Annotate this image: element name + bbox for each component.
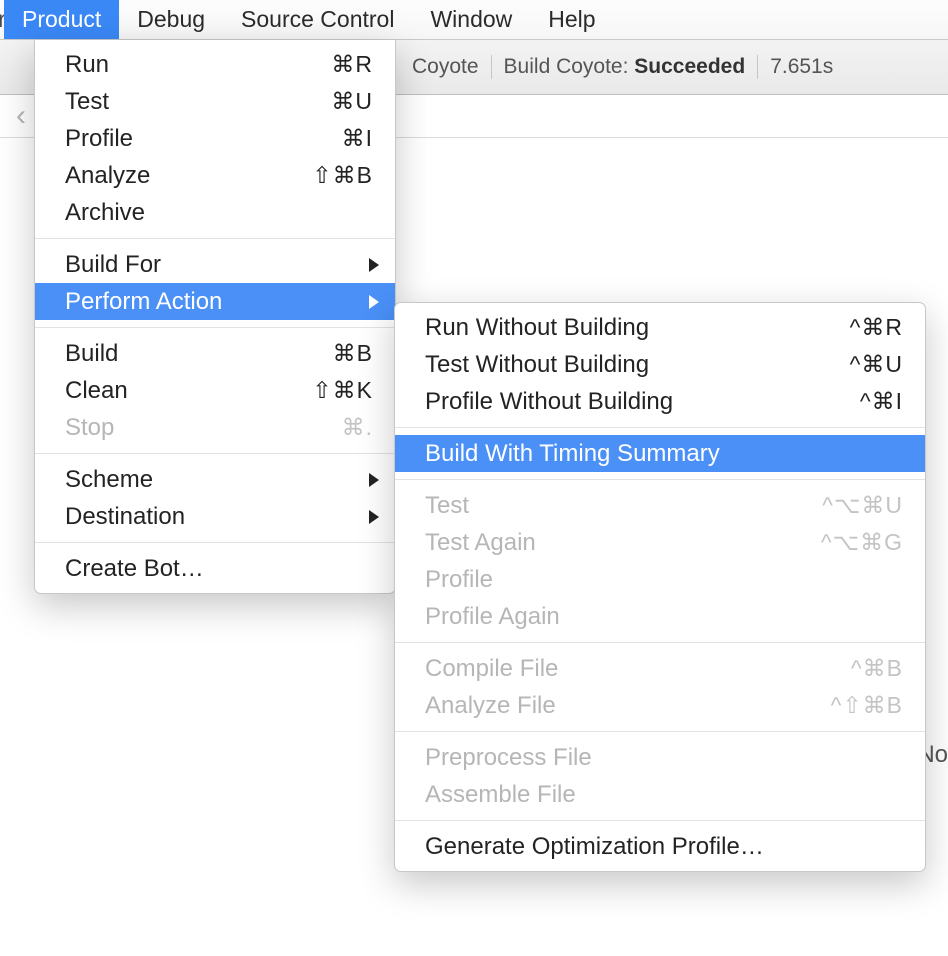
menu-item-label: Profile (65, 125, 263, 153)
product-menu-item-perform-action[interactable]: Perform Action (35, 283, 395, 320)
menu-item-label: Test Again (425, 529, 793, 557)
product-menu-item-destination[interactable]: Destination (35, 498, 395, 535)
product-menu-item-test[interactable]: Test⌘U (35, 83, 395, 120)
menu-item-label: Analyze (65, 162, 263, 190)
product-menu-item-scheme[interactable]: Scheme (35, 461, 395, 498)
perform-action-item-analyze-file: Analyze File^⇧⌘B (395, 687, 925, 724)
menubar: r Product Debug Source Control Window He… (0, 0, 948, 40)
perform-action-separator (395, 427, 925, 428)
menu-item-shortcut: ^⌥⌘G (793, 529, 903, 556)
perform-action-separator (395, 820, 925, 821)
product-menu-separator (35, 542, 395, 543)
product-menu-separator (35, 327, 395, 328)
menu-item-shortcut: ^⌘R (793, 314, 903, 341)
perform-action-item-profile-without-building[interactable]: Profile Without Building^⌘I (395, 383, 925, 420)
menu-item-shortcut: ^⇧⌘B (793, 692, 903, 719)
menu-item-label: Archive (65, 199, 373, 227)
build-status-value: Succeeded (634, 55, 745, 78)
perform-action-item-assemble-file: Assemble File (395, 776, 925, 813)
menubar-item-debug[interactable]: Debug (119, 0, 223, 39)
perform-action-item-run-without-building[interactable]: Run Without Building^⌘R (395, 309, 925, 346)
product-menu-item-run[interactable]: Run⌘R (35, 46, 395, 83)
product-menu-item-build[interactable]: Build⌘B (35, 335, 395, 372)
menu-item-label: Compile File (425, 655, 793, 683)
submenu-arrow-icon (369, 473, 379, 487)
product-menu-item-build-for[interactable]: Build For (35, 246, 395, 283)
menu-item-label: Stop (65, 414, 263, 442)
build-status-box: Coyote Build Coyote: Succeeded 7.651s (400, 49, 845, 85)
menu-item-label: Assemble File (425, 781, 903, 809)
menu-item-label: Destination (65, 503, 373, 531)
menu-item-label: Build With Timing Summary (425, 440, 903, 468)
submenu-arrow-icon (369, 295, 379, 309)
product-menu-separator (35, 238, 395, 239)
menu-item-shortcut: ⇧⌘B (263, 162, 373, 189)
product-menu-item-analyze[interactable]: Analyze⇧⌘B (35, 157, 395, 194)
product-menu-separator (35, 453, 395, 454)
menu-item-label: Profile (425, 566, 903, 594)
perform-action-submenu: Run Without Building^⌘RTest Without Buil… (394, 302, 926, 872)
menu-item-shortcut: ^⌥⌘U (793, 492, 903, 519)
perform-action-item-test-again: Test Again^⌥⌘G (395, 524, 925, 561)
perform-action-item-preprocess-file: Preprocess File (395, 739, 925, 776)
submenu-arrow-icon (369, 258, 379, 272)
build-time: 7.651s (758, 55, 845, 79)
menu-item-shortcut: ^⌘B (793, 655, 903, 682)
submenu-arrow-icon (369, 510, 379, 524)
perform-action-item-test: Test^⌥⌘U (395, 487, 925, 524)
menubar-item-window[interactable]: Window (412, 0, 530, 39)
menu-item-shortcut: ⇧⌘K (263, 377, 373, 404)
menubar-item-product[interactable]: Product (4, 0, 119, 39)
menu-item-label: Test Without Building (425, 351, 793, 379)
menu-item-label: Generate Optimization Profile… (425, 833, 903, 861)
menu-item-label: Clean (65, 377, 263, 405)
menu-item-shortcut: ⌘R (263, 51, 373, 78)
menu-item-shortcut: ^⌘I (793, 388, 903, 415)
perform-action-item-test-without-building[interactable]: Test Without Building^⌘U (395, 346, 925, 383)
menu-item-shortcut: ⌘. (263, 414, 373, 441)
perform-action-item-compile-file: Compile File^⌘B (395, 650, 925, 687)
menu-item-shortcut: ⌘B (263, 340, 373, 367)
product-menu-item-profile[interactable]: Profile⌘I (35, 120, 395, 157)
menu-item-label: Run Without Building (425, 314, 793, 342)
menu-item-label: Create Bot… (65, 555, 373, 583)
menu-item-label: Scheme (65, 466, 373, 494)
menu-item-label: Test (425, 492, 793, 520)
perform-action-item-generate-optimization-profile[interactable]: Generate Optimization Profile… (395, 828, 925, 865)
perform-action-item-profile: Profile (395, 561, 925, 598)
menu-item-label: Build (65, 340, 263, 368)
menu-item-label: Analyze File (425, 692, 793, 720)
menu-item-label: Run (65, 51, 263, 79)
product-menu-item-create-bot[interactable]: Create Bot… (35, 550, 395, 587)
menu-item-label: Perform Action (65, 288, 373, 316)
build-status: Build Coyote: Succeeded (492, 55, 759, 79)
perform-action-item-build-with-timing-summary[interactable]: Build With Timing Summary (395, 435, 925, 472)
back-chevron-icon[interactable]: ‹ (8, 99, 34, 133)
product-menu-item-archive[interactable]: Archive (35, 194, 395, 231)
build-target: Coyote (400, 55, 492, 79)
menubar-item-help[interactable]: Help (530, 0, 613, 39)
menu-item-shortcut: ⌘I (263, 125, 373, 152)
perform-action-item-profile-again: Profile Again (395, 598, 925, 635)
perform-action-separator (395, 642, 925, 643)
menu-item-label: Profile Without Building (425, 388, 793, 416)
product-menu-item-clean[interactable]: Clean⇧⌘K (35, 372, 395, 409)
perform-action-separator (395, 479, 925, 480)
perform-action-separator (395, 731, 925, 732)
product-menu-item-stop: Stop⌘. (35, 409, 395, 446)
menu-item-shortcut: ⌘U (263, 88, 373, 115)
menu-item-label: Build For (65, 251, 373, 279)
menu-item-label: Test (65, 88, 263, 116)
build-status-prefix: Build Coyote: (504, 55, 629, 78)
product-menu: Run⌘RTest⌘UProfile⌘IAnalyze⇧⌘BArchiveBui… (34, 40, 396, 594)
menu-item-label: Preprocess File (425, 744, 903, 772)
menu-item-shortcut: ^⌘U (793, 351, 903, 378)
menu-item-label: Profile Again (425, 603, 903, 631)
menubar-item-source-control[interactable]: Source Control (223, 0, 412, 39)
